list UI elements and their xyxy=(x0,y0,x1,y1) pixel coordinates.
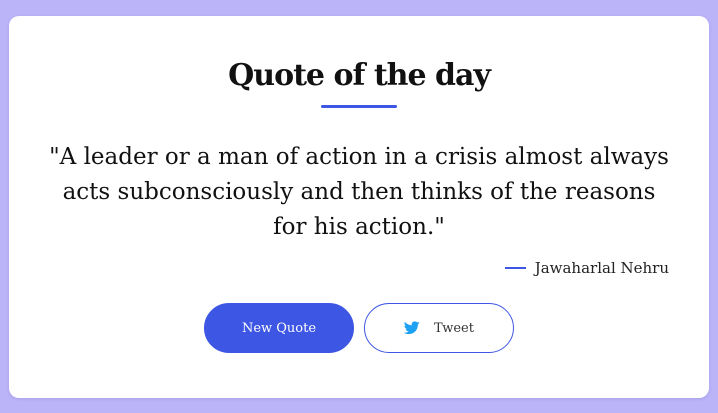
author-dash xyxy=(504,267,526,269)
page-title: Quote of the day xyxy=(228,58,491,93)
tweet-label: Tweet xyxy=(434,320,474,336)
quote-author: Jawaharlal Nehru xyxy=(504,259,669,277)
quote-card: Quote of the day "A leader or a man of a… xyxy=(9,16,709,398)
new-quote-button[interactable]: New Quote xyxy=(204,303,354,353)
tweet-button[interactable]: Tweet xyxy=(364,303,514,353)
title-underline xyxy=(321,105,397,108)
quote-text: "A leader or a man of action in a crisis… xyxy=(49,144,669,240)
author-name: Jawaharlal Nehru xyxy=(534,259,669,277)
new-quote-label: New Quote xyxy=(241,320,317,336)
twitter-icon xyxy=(404,321,420,335)
